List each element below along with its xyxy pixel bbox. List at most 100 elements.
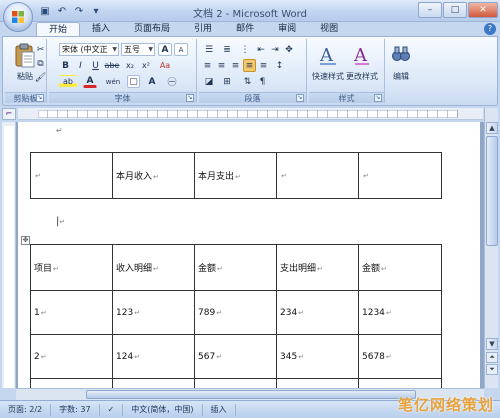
align-left-icon[interactable]: ≡ [201, 59, 214, 72]
tab-insert[interactable]: 插入 [80, 22, 122, 36]
character-border-icon[interactable]: ▢ [127, 75, 140, 88]
next-page-icon[interactable]: ⏷ [486, 364, 498, 375]
table-cell[interactable]: 123↵ [112, 290, 195, 335]
decrease-indent-icon[interactable]: ⇤ [255, 43, 267, 56]
enclose-characters-icon[interactable]: ㊀ [165, 75, 179, 88]
table-header-cell[interactable]: 金额↵ [358, 244, 442, 291]
minimize-button[interactable]: – [418, 2, 442, 18]
borders-icon[interactable]: ⊞ [219, 75, 235, 88]
subscript-button[interactable]: x₂ [123, 59, 137, 72]
editing-button[interactable]: 编辑 [387, 41, 415, 89]
format-painter-icon[interactable]: 🖌 [35, 71, 46, 84]
clipboard-launcher-icon[interactable]: ↘ [36, 94, 44, 102]
font-color-button[interactable]: A [83, 75, 97, 88]
income-expense-table[interactable]: ↵ 本月收入↵ 本月支出↵ ↵ ↵ [30, 152, 442, 199]
italic-button[interactable]: I [74, 59, 87, 72]
close-button[interactable]: ✕ [468, 2, 498, 18]
sort-icon[interactable]: ⇅ [241, 75, 254, 88]
table-header-cell[interactable]: 支出明细↵ [276, 244, 359, 291]
help-icon[interactable]: ? [484, 23, 496, 35]
font-size-select[interactable]: 五号 ▼ [121, 43, 155, 56]
table-cell[interactable]: 345↵ [276, 334, 359, 379]
proofing-icon[interactable]: ✓ [100, 403, 124, 416]
strikethrough-button[interactable]: abe [104, 59, 120, 72]
show-marks-icon[interactable]: ¶ [256, 75, 269, 88]
table-cell[interactable]: 1234↵ [358, 290, 442, 335]
distributed-icon[interactable]: ≡ [257, 59, 270, 72]
tab-home[interactable]: 开始 [36, 22, 81, 36]
previous-page-icon[interactable]: ⏶ [486, 352, 498, 363]
superscript-button[interactable]: x² [139, 59, 153, 72]
increase-indent-icon[interactable]: ⇥ [269, 43, 281, 56]
maximize-button[interactable]: □ [443, 2, 467, 18]
tab-page-layout[interactable]: 页面布局 [122, 22, 182, 36]
cut-icon[interactable]: ✂ [36, 43, 45, 56]
align-center-icon[interactable]: ≡ [215, 59, 228, 72]
tab-view[interactable]: 视图 [308, 22, 350, 36]
table-cell[interactable]: ↵ [276, 152, 359, 199]
page-count[interactable]: 页面: 2/2 [0, 403, 52, 416]
table-cell[interactable] [358, 378, 442, 388]
vertical-scrollbar[interactable]: ▲ ▼ ⏶ ⏷ [484, 108, 498, 388]
bold-button[interactable]: B [59, 59, 72, 72]
align-right-icon[interactable]: ≡ [229, 59, 242, 72]
table-cell[interactable]: 本月支出↵ [194, 152, 277, 199]
quick-styles-button[interactable]: A 快速样式 [311, 41, 345, 89]
change-styles-button[interactable]: A 更改样式 [345, 41, 379, 89]
undo-icon[interactable]: ↶ [55, 4, 69, 18]
insert-mode-indicator[interactable]: 插入 [203, 403, 236, 416]
table-cell[interactable] [30, 378, 113, 388]
underline-button[interactable]: U [89, 59, 102, 72]
save-icon[interactable]: ▣ [38, 4, 52, 18]
horizontal-ruler[interactable] [18, 108, 483, 120]
table-cell[interactable]: ↵ [358, 152, 442, 199]
table-cell[interactable]: 5678↵ [358, 334, 442, 379]
detail-table[interactable]: 项目↵ 收入明细↵ 金额↵ 支出明细↵ 金额↵ 1↵ 123↵ 789↵ 234… [30, 244, 442, 388]
office-button[interactable] [3, 2, 33, 32]
highlight-button[interactable]: ab [59, 75, 77, 88]
redo-icon[interactable]: ↷ [72, 4, 86, 18]
table-cell[interactable]: 234↵ [276, 290, 359, 335]
bullets-icon[interactable]: ☰ [201, 43, 217, 56]
document-page[interactable]: ↵ ↵ 本月收入↵ 本月支出↵ ↵ ↵ |↵ ✥ 项目↵ 收入明细↵ 金额↵ 支… [18, 122, 480, 388]
chinese-layout-icon[interactable]: ✥ [283, 43, 295, 56]
font-launcher-icon[interactable]: ↘ [186, 94, 194, 102]
word-count[interactable]: 字数: 37 [51, 403, 100, 416]
phonetic-guide-button[interactable]: wén [105, 75, 121, 88]
table-header-cell[interactable]: 收入明细↵ [112, 244, 195, 291]
tab-review[interactable]: 审阅 [266, 22, 308, 36]
font-name-select[interactable]: 宋体 (中文正 ▼ [59, 43, 119, 56]
table-move-handle-icon[interactable]: ✥ [21, 236, 30, 245]
justify-icon[interactable]: ≡ [243, 59, 256, 72]
multilevel-list-icon[interactable]: ⋮ [237, 43, 253, 56]
table-header-cell[interactable]: 金额↵ [194, 244, 277, 291]
scroll-down-icon[interactable]: ▼ [486, 338, 498, 350]
table-cell[interactable]: 567↵ [194, 334, 277, 379]
tab-references[interactable]: 引用 [182, 22, 224, 36]
paragraph-launcher-icon[interactable]: ↘ [296, 94, 304, 102]
clear-formatting-button[interactable]: Aa [157, 59, 173, 72]
tab-selector-button[interactable]: ⌐ [2, 108, 16, 120]
table-cell[interactable] [112, 378, 195, 388]
styles-launcher-icon[interactable]: ↘ [374, 94, 382, 102]
horizontal-scroll-thumb[interactable] [86, 390, 416, 399]
copy-icon[interactable]: ⧉ [36, 57, 45, 70]
table-cell[interactable] [276, 378, 359, 388]
tab-mailings[interactable]: 邮件 [224, 22, 266, 36]
table-cell[interactable]: 2↵ [30, 334, 113, 379]
table-cell[interactable]: 1↵ [30, 290, 113, 335]
language-indicator[interactable]: 中文(简体，中国) [123, 403, 203, 416]
scroll-thumb[interactable] [486, 136, 498, 246]
table-cell[interactable] [194, 378, 277, 388]
character-shading-icon[interactable]: A [145, 75, 159, 88]
line-spacing-icon[interactable]: ↕ [273, 59, 286, 72]
scroll-up-icon[interactable]: ▲ [486, 122, 498, 134]
customize-toolbar-icon[interactable]: ▾ [89, 4, 103, 18]
numbering-icon[interactable]: ≣ [219, 43, 235, 56]
grow-font-button[interactable]: A [158, 43, 172, 56]
table-header-cell[interactable]: 项目↵ [30, 244, 113, 291]
vertical-ruler[interactable] [2, 122, 16, 388]
shading-icon[interactable]: ◪ [201, 75, 217, 88]
table-cell[interactable]: 本月收入↵ [112, 152, 195, 199]
table-cell[interactable]: 124↵ [112, 334, 195, 379]
